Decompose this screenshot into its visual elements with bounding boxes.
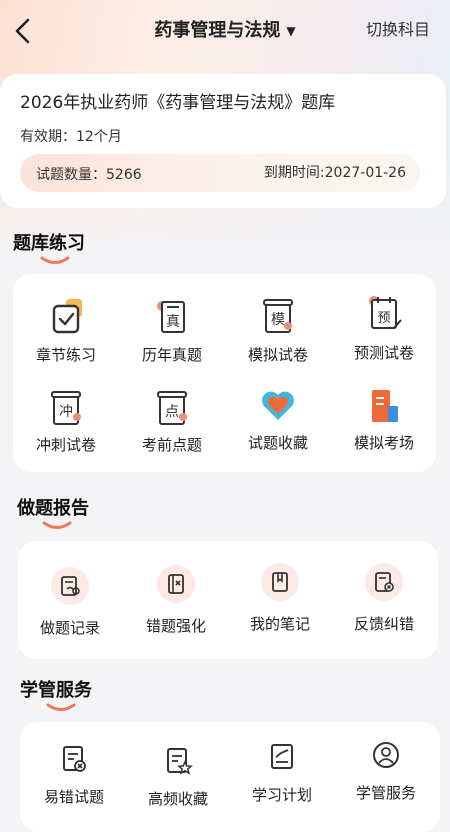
svg-text:点: 点 [165,404,179,420]
true-paper-icon: 真 [157,301,185,333]
question-bank-card: 2026年执业药师《药事管理与法规》题库 有效期：12个月 试题数量：5266 … [0,74,446,208]
page-title: 药事管理与法规 [154,20,281,41]
title-underline-icon [40,256,70,264]
title-underline-icon [46,703,76,711]
service-item-error-prone[interactable]: 易错试题 [26,744,122,820]
practice-item-label: 冲刺试卷 [35,436,96,454]
mistake-icon [157,565,195,603]
question-count: 试题数量：5266 [36,167,142,183]
report-item-notes[interactable]: 我的笔记 [232,563,328,639]
service-item-label: 易错试题 [43,788,104,806]
practice-item-label: 历年真题 [141,346,202,364]
service-item-study-plan[interactable]: 学习计划 [234,742,330,818]
validity-text: 有效期：12个月 [20,129,122,145]
svg-text:模: 模 [271,312,285,328]
key-points-icon: 点 [157,391,187,425]
practice-item-mock-papers[interactable]: 模 模拟试卷 [231,296,325,368]
error-prone-icon [63,746,86,772]
practice-item-favorites[interactable]: 试题收藏 [231,386,325,458]
header-bar: 药事管理与法规 ▼ 切换科目 [0,0,450,60]
study-plan-icon [271,744,293,769]
report-item-mistakes[interactable]: 错题强化 [128,565,224,641]
practice-item-past-papers[interactable]: 真 历年真题 [125,296,219,368]
practice-card: 章节练习 真 历年真题 模 模拟试卷 预 预测试卷 冲 冲刺试卷 点 考前点题 … [13,274,436,472]
svg-text:冲: 冲 [59,404,73,420]
frequent-star-icon [167,748,193,775]
service-item-frequent[interactable]: 高频收藏 [130,746,226,822]
report-item-records[interactable]: 做题记录 [22,567,118,643]
exam-room-icon [372,390,398,422]
report-item-label: 反馈纠错 [353,615,414,633]
stats-bar: 试题数量：5266 到期时间:2027-01-26 [20,154,420,192]
report-item-label: 我的笔记 [249,615,310,633]
practice-item-key-points[interactable]: 点 考前点题 [125,388,219,460]
report-item-label: 做题记录 [39,619,100,637]
title-underline-icon [42,521,72,529]
practice-item-label: 试题收藏 [247,434,308,452]
sprint-paper-icon: 冲 [51,391,81,425]
practice-item-label: 模拟试卷 [247,346,308,364]
practice-item-label: 章节练习 [35,346,96,364]
practice-item-predict-papers[interactable]: 预 预测试卷 [337,294,431,366]
practice-item-label: 考前点题 [141,436,202,454]
service-card: 易错试题 高频收藏 学习计划 学管服务 [20,722,440,832]
service-item-label: 学习计划 [251,786,312,804]
predict-paper-icon: 预 [369,296,402,329]
practice-item-exam-room[interactable]: 模拟考场 [337,386,431,458]
feedback-icon [365,563,403,601]
caret-down-icon: ▼ [286,24,296,38]
practice-item-label: 模拟考场 [353,434,414,452]
svg-text:真: 真 [166,314,180,330]
practice-item-chapter[interactable]: 章节练习 [19,296,113,368]
section-title-practice: 题库练习 [13,233,85,254]
expire-date: 到期时间:2027-01-26 [263,165,406,181]
practice-item-label: 预测试卷 [353,344,414,362]
section-title-service: 学管服务 [20,680,92,701]
report-item-feedback[interactable]: 反馈纠错 [336,563,432,639]
heart-icon [262,391,294,420]
report-item-label: 错题强化 [145,617,206,635]
note-icon [261,563,299,601]
service-item-label: 高频收藏 [147,790,208,808]
bank-title: 2026年执业药师《药事管理与法规》题库 [20,93,336,113]
practice-item-sprint-papers[interactable]: 冲 冲刺试卷 [19,388,113,460]
svg-text:预: 预 [377,311,390,326]
report-card: 做题记录 错题强化 我的笔记 反馈纠错 [18,541,438,659]
mock-paper-icon: 模 [263,299,293,333]
switch-subject-button[interactable]: 切换科目 [366,16,430,40]
record-icon [51,567,89,605]
service-person-icon [373,742,399,768]
service-item-management[interactable]: 学管服务 [338,740,434,816]
checkbox-doc-icon [52,299,82,334]
section-title-report: 做题报告 [17,498,89,519]
